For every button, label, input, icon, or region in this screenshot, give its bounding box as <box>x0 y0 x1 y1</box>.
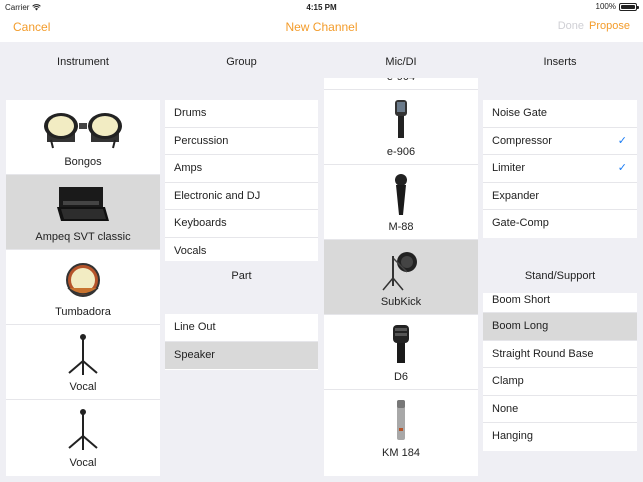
checkmark-icon: ✓ <box>617 162 627 174</box>
stand-item-hanging[interactable]: Hanging <box>483 423 637 451</box>
group-list[interactable]: Drums Percussion Amps Electronic and DJ … <box>165 100 318 261</box>
mic-label: e-904 <box>324 78 478 83</box>
mic-label: e-906 <box>386 146 416 158</box>
subkick-icon <box>324 246 478 294</box>
mic-label: KM 184 <box>382 447 420 459</box>
dynamic-mic-icon <box>324 96 478 144</box>
group-item-vocals[interactable]: Vocals <box>165 238 318 262</box>
mic-label: SubKick <box>380 296 422 308</box>
status-bar: Carrier 4:15 PM 100% <box>0 0 643 14</box>
stand-list[interactable]: Boom Short Boom Long Straight Round Base… <box>483 293 637 451</box>
stand-item-straight-round-base[interactable]: Straight Round Base <box>483 341 637 368</box>
insert-item-compressor[interactable]: Compressor ✓ <box>483 128 637 155</box>
group-item-drums[interactable]: Drums <box>165 100 318 128</box>
stand-item-boom-long[interactable]: Boom Long <box>483 313 637 341</box>
status-time: 4:15 PM <box>306 3 337 12</box>
group-item-amps[interactable]: Amps <box>165 155 318 183</box>
propose-button[interactable]: Propose <box>589 20 630 32</box>
inserts-list[interactable]: Noise Gate Compressor ✓ Limiter ✓ Expander… <box>483 100 637 238</box>
instrument-tile-vocal[interactable]: Vocal <box>6 325 160 400</box>
battery-icon <box>619 2 639 11</box>
mic-list[interactable]: e-904 e-906 M-88 <box>324 78 478 476</box>
part-header: Part <box>231 270 252 282</box>
insert-label: Compressor <box>492 134 552 147</box>
instrument-list[interactable]: Bongos Ampeq SVT classic Tumbadora Vocal… <box>6 100 160 476</box>
done-button[interactable]: Done <box>558 20 584 32</box>
drum-icon <box>6 256 160 304</box>
instrument-tile-bongos[interactable]: Bongos <box>6 100 160 175</box>
kick-mic-icon <box>324 321 478 369</box>
condenser-mic-icon <box>324 396 478 444</box>
navigation-bar: Cancel New Channel Done Propose <box>0 14 643 42</box>
part-item-speaker[interactable]: Speaker <box>165 341 318 369</box>
mic-tile-e906[interactable]: e-906 <box>324 90 478 165</box>
battery-info: 100% <box>595 2 639 11</box>
group-item-electronic[interactable]: Electronic and DJ <box>165 183 318 210</box>
instrument-header: Instrument <box>57 56 109 68</box>
part-list[interactable]: Line Out Speaker <box>165 314 318 370</box>
mic-header: Mic/DI <box>385 56 417 68</box>
mic-label: M-88 <box>388 221 414 233</box>
group-item-percussion[interactable]: Percussion <box>165 128 318 155</box>
instrument-tile-tumbadora[interactable]: Tumbadora <box>6 250 160 325</box>
insert-item-limiter[interactable]: Limiter ✓ <box>483 155 637 183</box>
stand-item-clamp[interactable]: Clamp <box>483 368 637 396</box>
insert-label: Noise Gate <box>492 107 548 119</box>
instrument-label: Vocal <box>69 457 97 469</box>
mic-stand-icon <box>6 331 160 379</box>
mic-tile-m88[interactable]: M-88 <box>324 165 478 240</box>
mic-stand-icon <box>6 406 160 454</box>
insert-item-expander[interactable]: Expander <box>483 183 637 210</box>
insert-item-noise-gate[interactable]: Noise Gate <box>483 100 637 128</box>
instrument-label: Ampeq SVT classic <box>35 231 131 243</box>
mic-tile-partial[interactable]: e-904 <box>324 78 478 90</box>
stand-item-boom-short[interactable]: Boom Short <box>483 293 637 313</box>
insert-label: Expander <box>492 189 540 202</box>
battery-percent: 100% <box>595 2 616 11</box>
group-header: Group <box>226 56 257 68</box>
insert-label: Limiter <box>492 162 526 174</box>
instrument-label: Bongos <box>64 156 102 168</box>
bongos-icon <box>6 106 160 154</box>
group-item-keyboards[interactable]: Keyboards <box>165 210 318 238</box>
mic-tile-subkick[interactable]: SubKick <box>324 240 478 315</box>
mic-tile-d6[interactable]: D6 <box>324 315 478 390</box>
mic-label: D6 <box>393 371 409 383</box>
checkmark-icon: ✓ <box>617 134 627 147</box>
part-item-line-out[interactable]: Line Out <box>165 314 318 342</box>
instrument-label: Tumbadora <box>55 306 111 318</box>
page-title: New Channel <box>285 20 358 34</box>
instrument-tile-ampeg[interactable]: Ampeq SVT classic <box>6 175 160 250</box>
instrument-label: Vocal <box>69 381 97 393</box>
handheld-mic-icon <box>324 171 478 219</box>
insert-item-gate-comp[interactable]: Gate-Comp <box>483 210 637 238</box>
inserts-header: Inserts <box>543 56 577 68</box>
stand-header: Stand/Support <box>524 270 596 282</box>
mic-tile-km184[interactable]: KM 184 <box>324 390 478 465</box>
amp-icon <box>6 181 160 229</box>
stand-item-none[interactable]: None <box>483 396 637 423</box>
instrument-tile-vocal[interactable]: Vocal <box>6 400 160 475</box>
insert-label: Gate-Comp <box>492 217 549 229</box>
